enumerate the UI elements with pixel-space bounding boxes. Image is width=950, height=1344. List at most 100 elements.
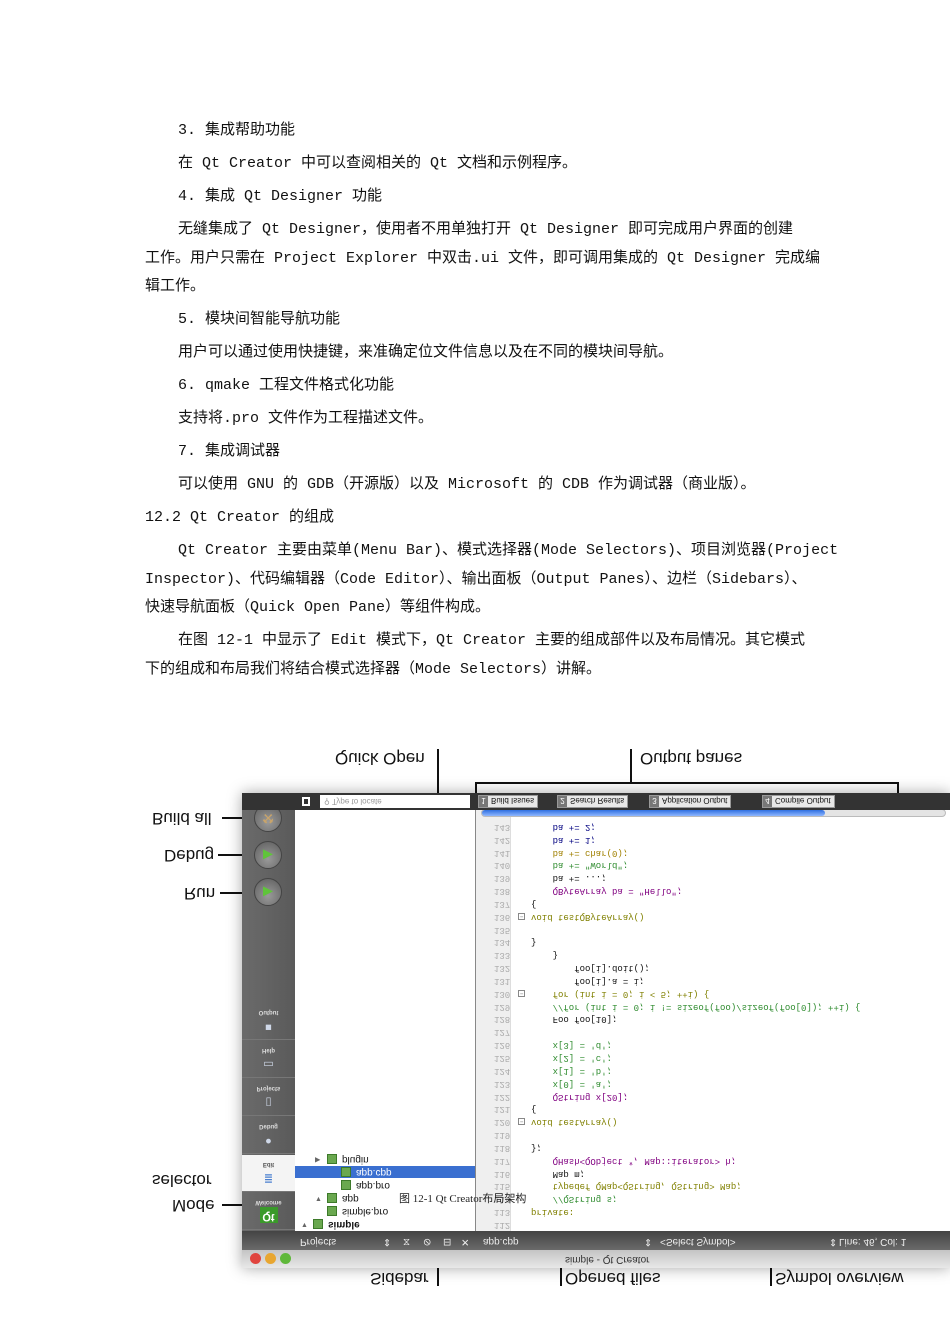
tree-item-label: plugin [342, 1154, 369, 1165]
expand-arrow-icon[interactable]: ▼ [301, 1218, 308, 1230]
text-line: 工作。用户只需在 Project Explorer 中双击.ui 文件，即可调用… [145, 249, 821, 267]
line-number: 125 [494, 1053, 511, 1064]
updown-icon: ⇕ [829, 1236, 838, 1247]
code-line: 112 [476, 1218, 950, 1231]
line-number: 127 [494, 1027, 511, 1038]
output-tab-2[interactable]: 2 Search Results [557, 795, 629, 808]
sidebar-view-select[interactable]: Projects [300, 1236, 336, 1247]
mode-label: Output [258, 1009, 279, 1015]
mode-label: Edit [262, 1161, 275, 1167]
expand-arrow-icon[interactable]: ▼ [315, 1192, 322, 1204]
toggle-sidebar-icon[interactable] [302, 797, 310, 806]
callout-line [475, 783, 477, 793]
code-text: QByteArray ba = "Hello"; [531, 886, 683, 897]
tree-item-label: app.pro [356, 1180, 390, 1191]
search-icon: ⚲ [324, 797, 332, 806]
symbol-select[interactable]: <Select Symbol> [660, 1236, 736, 1247]
fold-marker-icon[interactable]: − [518, 989, 525, 997]
code-text: Map m; [531, 1168, 586, 1179]
run-button[interactable]: ▶ [254, 878, 282, 906]
code-line: 126 x[3] = 'd'; [476, 1038, 950, 1051]
file-icon [313, 1219, 323, 1229]
tab-number: 1 [479, 796, 488, 807]
qt-creator-layout-figure: Quick Open Output panes Build all Debug … [140, 740, 950, 1290]
code-text: { [531, 1104, 537, 1115]
code-line: 119 [476, 1128, 950, 1141]
tree-item[interactable]: app.cpp [295, 1166, 475, 1178]
output-tab-1[interactable]: 1 Build Issues [478, 795, 539, 808]
code-line: 124 x[1] = 'b'; [476, 1064, 950, 1077]
mode-label: Welcome [255, 1199, 282, 1205]
tree-item[interactable]: ▶ plugin [295, 1153, 475, 1165]
split-icon[interactable]: ⊟ [443, 1236, 451, 1247]
code-text: private: [531, 1207, 575, 1218]
text-line: Inspector)、代码编辑器（Code Editor）、输出面板（Outpu… [145, 570, 807, 588]
output-tab-3[interactable]: 3 Application Output [649, 795, 732, 808]
line-number: 135 [494, 924, 511, 935]
quick-open-input[interactable]: ⚲ Type to locate [320, 795, 470, 808]
cursor-position: Line: 46, Col: 1 [839, 1236, 907, 1247]
qt-creator-window: simple - Qt Creator Projects ⇕ ⧖ ⊘ ⊟ ✕ a… [242, 793, 950, 1268]
build-progress-fill [482, 810, 825, 816]
mode-edit[interactable]: ≣ Edit [242, 1155, 295, 1192]
paragraph: 用户可以通过使用快捷键，来准确定位文件信息以及在不同的模块间导航。 [145, 339, 810, 368]
close-window-button[interactable] [250, 1253, 261, 1264]
code-line: 136− void testQByteArray() [476, 910, 950, 923]
code-line: 122 QString x[20]; [476, 1090, 950, 1103]
build-progress-bar [481, 809, 946, 817]
tree-item[interactable]: simple.pro [295, 1205, 475, 1217]
edit-mode-icon: ≣ [263, 1172, 274, 1184]
code-text: for (int i = 0; i < 5; ++i) { [531, 988, 710, 999]
updown-icon: ⇕ [644, 1236, 653, 1247]
editor-status-bar: Projects ⇕ ⧖ ⊘ ⊟ ✕ app.cpp ⇕ <Select Sym… [242, 1231, 950, 1250]
mode-label: Help [261, 1047, 275, 1053]
paragraph: 7. 集成调试器 [145, 438, 810, 467]
line-number: 118 [494, 1142, 511, 1153]
mode-debug[interactable]: ● Debug [242, 1117, 295, 1154]
tab-label: Build Issues [491, 796, 535, 805]
text-line: 3. 集成帮助功能 [178, 122, 296, 139]
text-line: 6. qmake 工程文件格式化功能 [178, 377, 395, 394]
code-line: 130− for (int i = 0; i < 5; ++i) { [476, 987, 950, 1000]
link-icon[interactable]: ⊘ [423, 1236, 431, 1247]
file-icon [327, 1193, 337, 1203]
opened-file-select[interactable]: app.cpp [483, 1236, 519, 1247]
tab-label: Application Output [662, 796, 728, 805]
mode-help[interactable]: ▭ Help [242, 1041, 295, 1078]
tab-label: Search Results [570, 796, 625, 805]
text-line: 下的组成和布局我们将结合模式选择器（Mode Selectors）讲解。 [145, 660, 602, 678]
mode-welcome[interactable]: Qt Welcome [242, 1193, 295, 1230]
line-number: 120 [494, 1117, 511, 1128]
paragraph: 5. 模块间智能导航功能 [145, 306, 810, 335]
mode-projects[interactable]: ▯ Projects [242, 1079, 295, 1116]
fold-marker-icon[interactable]: − [518, 912, 525, 920]
close-icon[interactable]: ✕ [461, 1236, 469, 1247]
projects-mode-icon: ▯ [265, 1096, 272, 1108]
code-text: foo[i].a = i; [531, 975, 645, 986]
tree-item[interactable]: ▼ simple [295, 1218, 475, 1230]
line-number: 133 [494, 950, 511, 961]
section-heading: 12.2 Qt Creator 的组成 [145, 504, 810, 533]
text-line: 12.2 Qt Creator 的组成 [145, 509, 335, 526]
file-icon [327, 1154, 337, 1164]
debug-button[interactable]: ▶ [254, 841, 282, 869]
mode-output[interactable]: ■ Output [242, 1003, 295, 1040]
output-tab-4[interactable]: 4 Compile Output [762, 795, 835, 808]
mode-label: Debug [259, 1123, 278, 1129]
help-mode-icon: ▭ [263, 1058, 274, 1070]
code-line: 128 Foo foo[10]; [476, 1013, 950, 1026]
fold-marker-icon[interactable]: − [518, 1118, 525, 1126]
minimize-window-button[interactable] [265, 1253, 276, 1264]
code-text: }; [531, 1142, 542, 1153]
line-number: 140 [494, 860, 511, 871]
line-number: 131 [494, 975, 511, 986]
callout-debug: Debug [164, 846, 215, 865]
zoom-window-button[interactable] [280, 1253, 291, 1264]
code-line: 113 private: [476, 1205, 950, 1218]
callout-opened-files: Opened files [565, 1269, 661, 1288]
filter-icon[interactable]: ⧖ [403, 1236, 410, 1247]
code-editor[interactable]: 112 113 private: 114 //QString s; 115 typede… [475, 809, 950, 1231]
line-number: 137 [494, 898, 511, 909]
callout-run: Run [184, 884, 216, 903]
expand-arrow-icon[interactable]: ▶ [315, 1153, 320, 1165]
